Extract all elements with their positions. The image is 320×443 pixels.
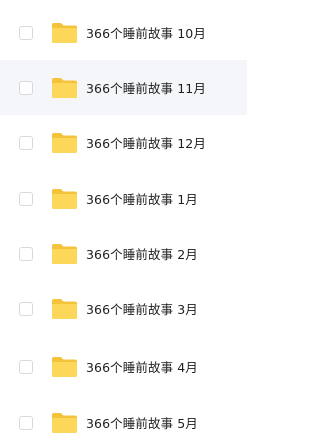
folder-name[interactable]: 366个睡前故事 5月 xyxy=(86,413,198,432)
folder-name[interactable]: 366个睡前故事 3月 xyxy=(86,299,198,318)
folder-name[interactable]: 366个睡前故事 1月 xyxy=(86,189,198,208)
folder-icon xyxy=(51,356,78,378)
folder-icon xyxy=(51,412,78,434)
row-checkbox[interactable] xyxy=(19,80,33,95)
folder-icon xyxy=(51,188,78,210)
folder-icon xyxy=(51,243,78,265)
row-checkbox[interactable] xyxy=(19,415,33,430)
file-row[interactable]: 366个睡前故事 4月 xyxy=(0,339,247,394)
file-row[interactable]: 366个睡前故事 10月 xyxy=(0,5,247,60)
row-checkbox[interactable] xyxy=(19,191,33,206)
file-row[interactable]: 366个睡前故事 3月 xyxy=(0,281,247,336)
folder-name[interactable]: 366个睡前故事 2月 xyxy=(86,244,198,263)
row-checkbox[interactable] xyxy=(19,25,33,40)
folder-icon xyxy=(51,132,78,154)
folder-icon xyxy=(51,298,78,320)
file-row[interactable]: 366个睡前故事 5月 xyxy=(0,395,247,443)
folder-name[interactable]: 366个睡前故事 4月 xyxy=(86,357,198,376)
file-row[interactable]: 366个睡前故事 1月 xyxy=(0,171,247,226)
folder-name[interactable]: 366个睡前故事 12月 xyxy=(86,133,206,152)
folder-name[interactable]: 366个睡前故事 10月 xyxy=(86,23,206,42)
row-checkbox[interactable] xyxy=(19,359,33,374)
file-row[interactable]: 366个睡前故事 12月 xyxy=(0,115,247,170)
file-row[interactable]: 366个睡前故事 11月 xyxy=(0,60,247,115)
file-row[interactable]: 366个睡前故事 2月 xyxy=(0,226,247,281)
folder-icon xyxy=(51,77,78,99)
row-checkbox[interactable] xyxy=(19,246,33,261)
folder-icon xyxy=(51,22,78,44)
folder-name[interactable]: 366个睡前故事 11月 xyxy=(86,78,206,97)
row-checkbox[interactable] xyxy=(19,135,33,150)
file-list: 366个睡前故事 10月 366个睡前故事 11月 366个睡前故事 12月 3… xyxy=(0,0,247,443)
row-checkbox[interactable] xyxy=(19,301,33,316)
